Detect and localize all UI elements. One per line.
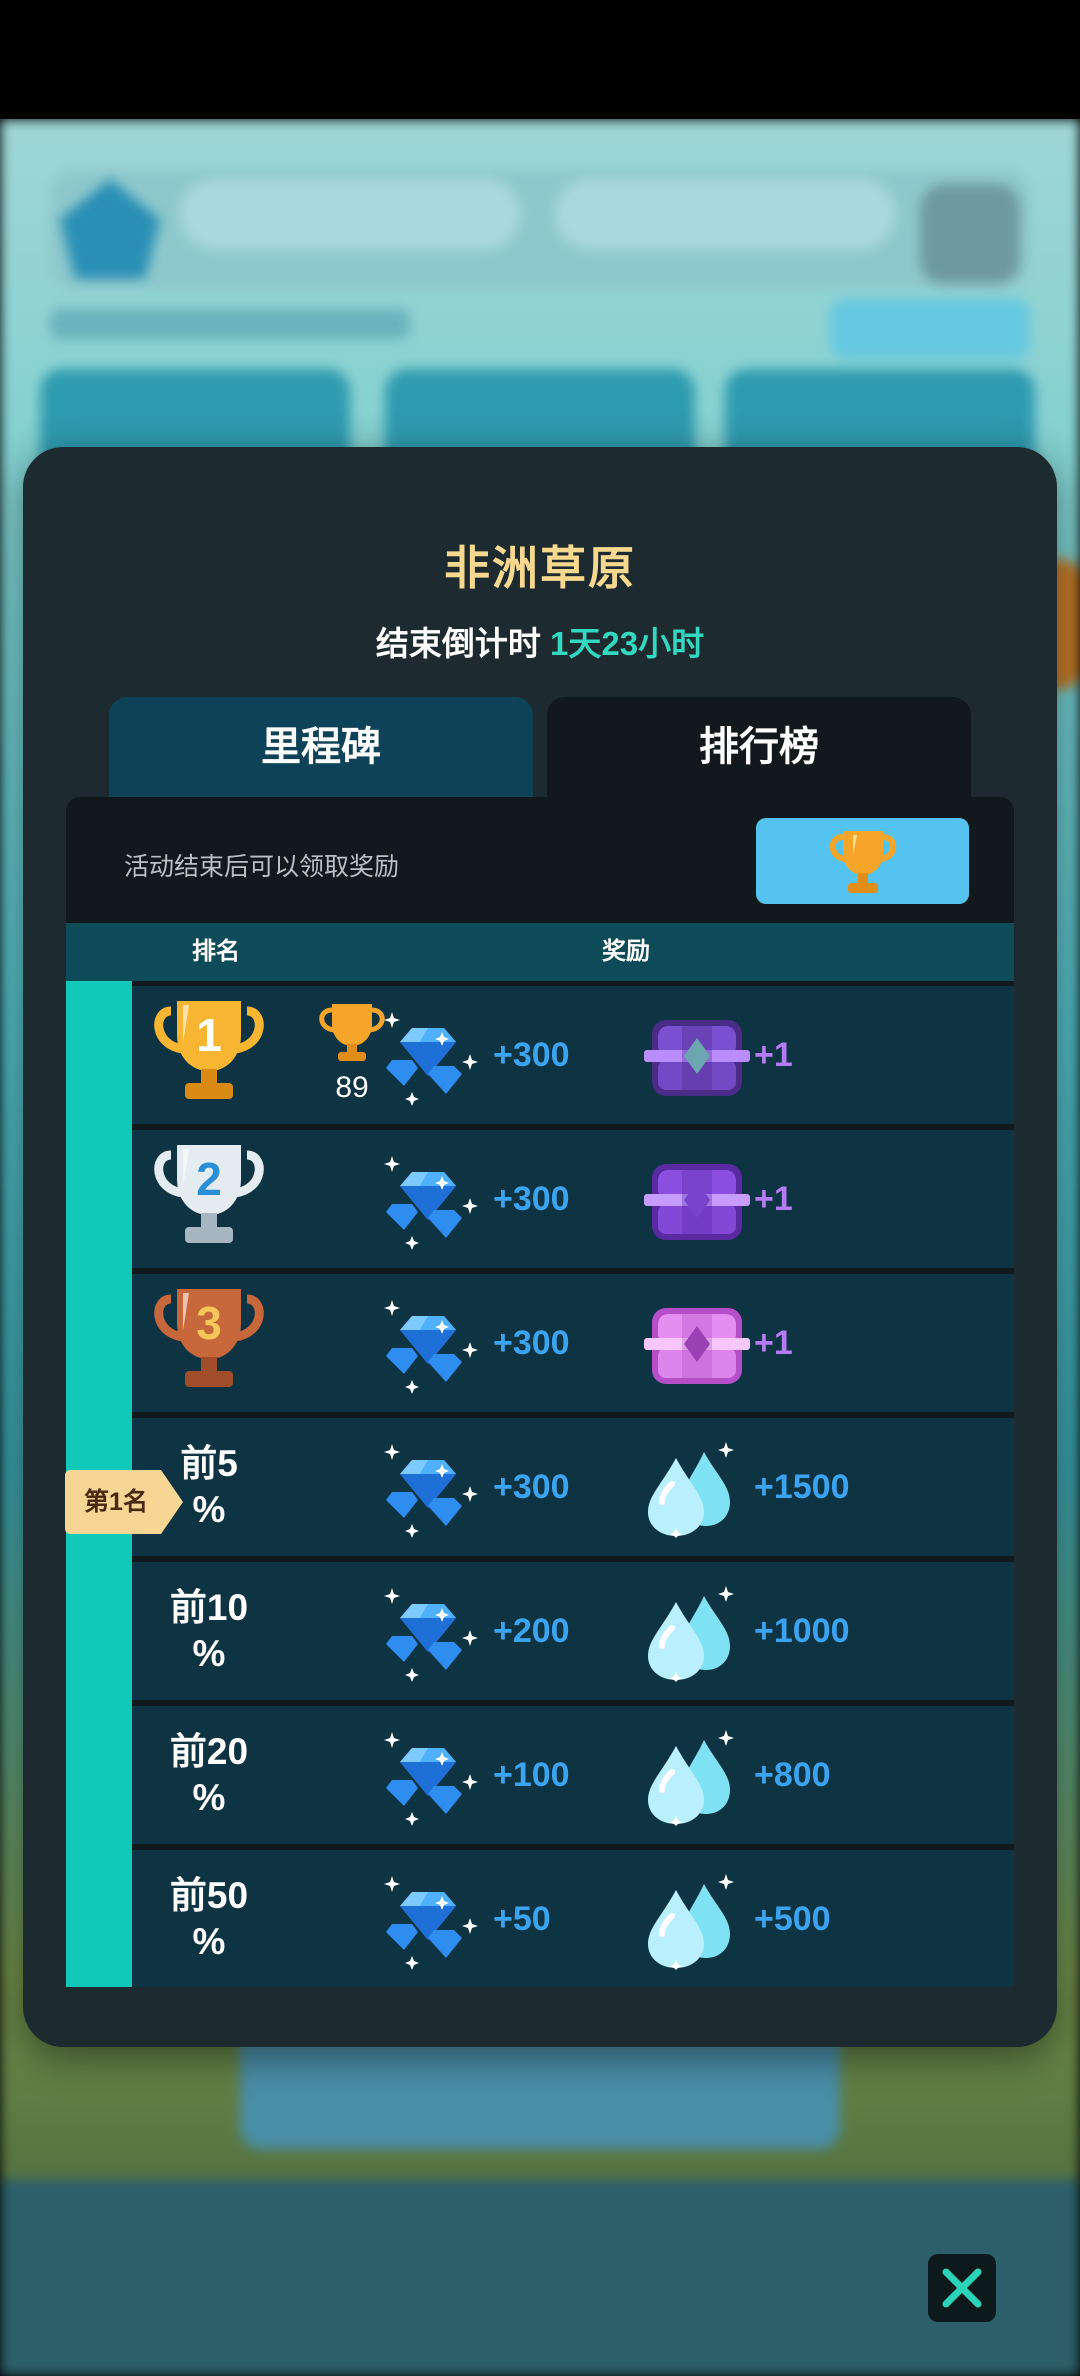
rank-label-line: 前20 — [169, 1731, 249, 1772]
water-drop-icon — [642, 1870, 742, 1970]
table-row: 前10% +200 +1000 — [132, 1562, 1014, 1700]
leaderboard-modal: 非洲草原 结束倒计时 1天23小时 里程碑 排行榜 活动结束后可以领取奖励 排名… — [23, 447, 1057, 2047]
rank-cell: 前10% — [132, 1562, 286, 1700]
tab-milestone[interactable]: 里程碑 — [109, 697, 533, 807]
event-title: 非洲草原 — [444, 542, 636, 594]
rank-column-header: 排名 — [192, 938, 240, 965]
leaderboard-panel: 活动结束后可以领取奖励 排名 奖励 1 89 +300 +1 2 +300 +1… — [66, 797, 1014, 1987]
gem-icon — [382, 1150, 482, 1250]
rank-label-line: % — [192, 1921, 226, 1962]
table-row: 前20% +100 +800 — [132, 1706, 1014, 1844]
gem-icon — [382, 1726, 482, 1826]
close-button[interactable] — [928, 2254, 996, 2322]
countdown-value: 1天23小时 — [550, 625, 705, 662]
gem-icon — [382, 1006, 482, 1106]
rank-label-line: % — [192, 1633, 226, 1674]
rare-chest-icon — [642, 1294, 750, 1394]
current-rank-badge: 第1名 — [65, 1470, 183, 1534]
rank-label-line: 前50 — [169, 1875, 249, 1916]
reward-note: 活动结束后可以领取奖励 — [124, 853, 400, 881]
item-reward-amount: +1500 — [754, 1468, 850, 1506]
rank-cell: 1 — [132, 986, 286, 1124]
my-score-value: 89 — [335, 1071, 369, 1104]
reward-rows: 1 89 +300 +1 2 +300 +1 3 +300 +1 前5 % +3… — [132, 986, 1014, 1987]
countdown-label: 结束倒计时 — [375, 625, 541, 662]
rank-label: 前20% — [170, 1729, 248, 1821]
table-row: 前50% +50 +500 — [132, 1850, 1014, 1987]
current-rank-label: 第1名 — [84, 1488, 148, 1516]
my-score: 89 — [312, 1000, 392, 1105]
item-reward-amount: +800 — [754, 1756, 831, 1794]
rank-label-line: % — [192, 1489, 226, 1530]
status-bar — [0, 0, 1080, 119]
item-reward-amount: +1 — [754, 1036, 793, 1074]
legendary-chest-icon — [642, 1006, 750, 1106]
table-row: 1 89 +300 +1 — [132, 986, 1014, 1124]
silver-trophy-icon: 2 — [149, 1137, 269, 1262]
gem-reward-amount: +300 — [493, 1036, 570, 1074]
gold-trophy-icon: 1 — [149, 993, 269, 1118]
rank-cell: 前20% — [132, 1706, 286, 1844]
gem-reward-amount: +300 — [493, 1468, 570, 1506]
rank-cell: 前50% — [132, 1850, 286, 1987]
rank-label: 前5% — [180, 1441, 238, 1533]
rank-label: 前10% — [170, 1585, 248, 1677]
rank-cell: 2 — [132, 1130, 286, 1268]
table-header: 排名 奖励 — [66, 923, 1014, 981]
table-row: 2 +300 +1 — [132, 1130, 1014, 1268]
close-icon — [942, 2268, 982, 2308]
gem-reward-amount: +50 — [493, 1900, 551, 1938]
water-drop-icon — [642, 1438, 742, 1538]
gem-icon — [382, 1582, 482, 1682]
claim-reward-button[interactable] — [756, 818, 969, 904]
bg-text-line — [50, 309, 410, 339]
rank-label-line: 前10 — [169, 1587, 249, 1628]
gem-icon — [382, 1294, 482, 1394]
item-reward-amount: +1 — [754, 1324, 793, 1362]
gem-reward-amount: +300 — [493, 1324, 570, 1362]
bg-currency-pill — [555, 179, 895, 249]
water-drop-icon — [642, 1582, 742, 1682]
rank-label-line: % — [192, 1777, 226, 1818]
rank-cell: 3 — [132, 1274, 286, 1412]
reward-column-header: 奖励 — [602, 938, 650, 965]
item-reward-amount: +1000 — [754, 1612, 850, 1650]
bronze-trophy-icon: 3 — [149, 1281, 269, 1406]
bg-bottom-nav — [0, 2179, 1080, 2376]
table-row: 前5% +300 +1500 — [132, 1418, 1014, 1556]
item-reward-amount: +1 — [754, 1180, 793, 1218]
table-row: 3 +300 +1 — [132, 1274, 1014, 1412]
gem-reward-amount: +300 — [493, 1180, 570, 1218]
bg-hint-pill — [830, 299, 1030, 359]
gem-icon — [382, 1438, 482, 1538]
bg-gear-icon — [920, 184, 1020, 284]
rank-label: 前50% — [170, 1873, 248, 1965]
water-drop-icon — [642, 1726, 742, 1826]
gem-icon — [382, 1870, 482, 1970]
gem-reward-amount: +200 — [493, 1612, 570, 1650]
trophy-icon — [829, 831, 896, 893]
tab-leaderboard[interactable]: 排行榜 — [547, 697, 971, 807]
svg-text:1: 1 — [196, 1009, 222, 1061]
countdown: 结束倒计时 1天23小时 — [23, 617, 1057, 665]
svg-text:2: 2 — [196, 1153, 222, 1205]
rank-label-line: 前5 — [180, 1443, 238, 1484]
score-trophy-icon — [319, 1004, 385, 1061]
item-reward-amount: +500 — [754, 1900, 831, 1938]
svg-text:3: 3 — [196, 1297, 222, 1349]
epic-chest-icon — [642, 1150, 750, 1250]
bg-currency-pill — [180, 179, 520, 249]
gem-reward-amount: +100 — [493, 1756, 570, 1794]
